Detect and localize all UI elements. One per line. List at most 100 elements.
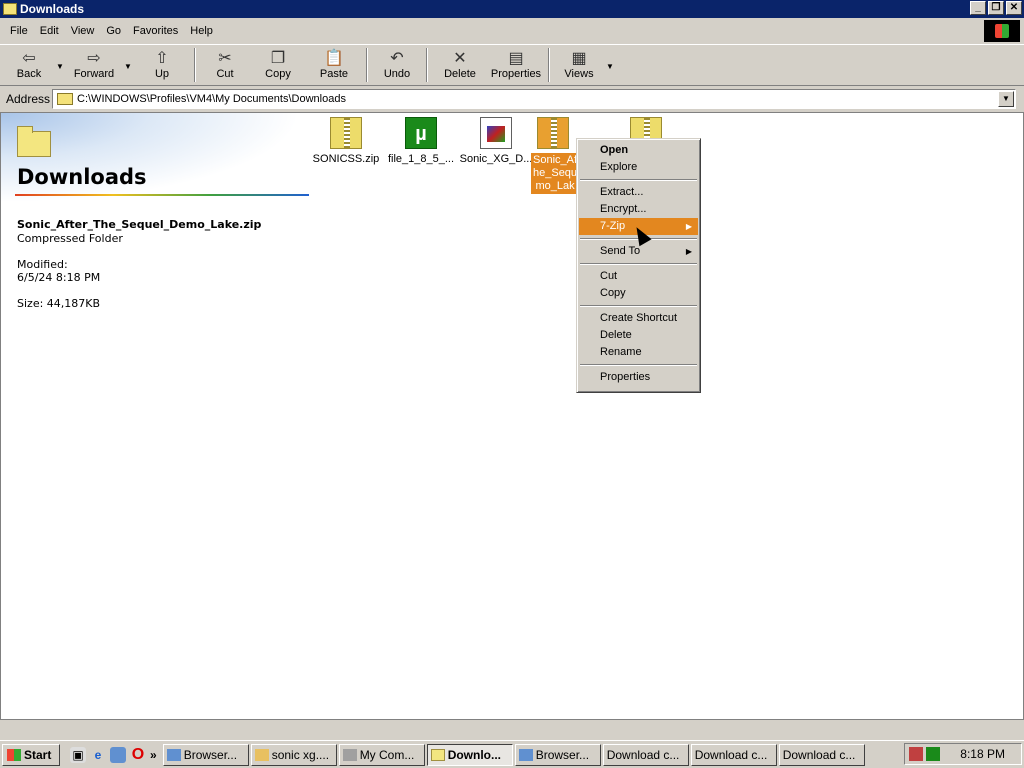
folder-icon [57, 93, 73, 105]
file-item[interactable]: µ file_1_8_5_... [381, 117, 461, 165]
toolbar: ⇦ Back ▼ ⇨ Forward ▼ ⇧ Up ✂ Cut ❐ Copy 📋 Paste… [0, 44, 1024, 86]
close-button[interactable]: ✕ [1006, 1, 1022, 15]
menu-edit[interactable]: Edit [34, 25, 65, 37]
taskbar-button[interactable]: Download c... [690, 743, 777, 766]
taskbar: Start ▣ e O » Browser... sonic xg.... My… [0, 740, 1024, 768]
taskbar-button-label: Download c... [606, 747, 680, 762]
window-title: Downloads [20, 2, 85, 16]
minimize-button[interactable]: _ [970, 1, 986, 15]
taskbar-button[interactable]: My Com... [338, 743, 425, 766]
menu-open[interactable]: Open [579, 142, 698, 159]
taskbar-button-label: Browser... [183, 747, 238, 762]
forward-button[interactable]: ⇨ Forward [66, 45, 122, 85]
back-dropdown-icon[interactable]: ▼ [54, 62, 66, 71]
paste-button[interactable]: 📋 Paste [306, 45, 362, 85]
address-input[interactable]: C:\WINDOWS\Profiles\VM4\My Documents\Dow… [52, 89, 1016, 109]
delete-x-icon: ✕ [453, 50, 467, 67]
folder-icon [3, 3, 17, 15]
taskbar-button-label: Download c... [782, 747, 856, 762]
menu-encrypt[interactable]: Encrypt... [579, 201, 698, 218]
quick-launch: ▣ e O » [70, 746, 157, 763]
menu-explore[interactable]: Explore [579, 159, 698, 176]
restore-button[interactable]: ❐ [988, 1, 1004, 15]
document-icon [254, 748, 269, 761]
menu-delete[interactable]: Delete [579, 327, 698, 344]
forward-label: Forward [73, 68, 115, 80]
clock[interactable]: 8:18 PM [960, 747, 1005, 761]
large-folder-icon [17, 126, 51, 157]
taskbar-button[interactable]: Browser... [514, 743, 601, 766]
cut-button[interactable]: ✂ Cut [200, 45, 250, 85]
web-view-panel: Downloads Sonic_After_The_Sequel_Demo_La… [1, 113, 311, 719]
menu-separator [580, 179, 697, 181]
up-label: Up [154, 68, 170, 80]
context-menu: Open Explore Extract... Encrypt... 7-Zip… [576, 138, 701, 393]
start-label: Start [24, 747, 52, 762]
menu-properties[interactable]: Properties [579, 369, 698, 386]
menu-create-shortcut[interactable]: Create Shortcut [579, 310, 698, 327]
undo-label: Undo [383, 68, 411, 80]
selected-file-type: Compressed Folder [17, 232, 123, 245]
menu-view[interactable]: View [65, 25, 101, 37]
undo-button[interactable]: ↶ Undo [372, 45, 422, 85]
selected-file-name: Sonic_After_The_Sequel_Demo_Lake.zip [17, 218, 262, 231]
file-name-line: mo_Lak [535, 180, 575, 192]
taskbar-button[interactable]: Download c... [602, 743, 689, 766]
channels-icon[interactable] [110, 746, 126, 763]
taskbar-button[interactable]: Download c... [778, 743, 865, 766]
views-dropdown-icon[interactable]: ▼ [604, 62, 616, 71]
windows-logo-icon [984, 20, 1020, 42]
taskbar-button[interactable]: sonic xg.... [250, 743, 337, 766]
opera-icon[interactable]: O [130, 746, 146, 763]
modified-label: Modified: [17, 258, 68, 271]
tray-network-icon[interactable] [909, 747, 923, 761]
address-dropdown-icon[interactable]: ▼ [998, 91, 1014, 107]
tray-utorrent-icon[interactable] [926, 747, 940, 761]
document-icon [480, 117, 512, 149]
menu-extract[interactable]: Extract... [579, 184, 698, 201]
menu-separator [580, 305, 697, 307]
back-button[interactable]: ⇦ Back [4, 45, 54, 85]
file-item[interactable]: SONICSS.zip [306, 117, 386, 165]
delete-button[interactable]: ✕ Delete [432, 45, 488, 85]
panel-background [1, 113, 301, 203]
modified-value: 6/5/24 8:18 PM [17, 271, 101, 284]
desktop-icon[interactable]: ▣ [70, 746, 86, 763]
properties-label: Properties [490, 68, 542, 80]
folder-icon [430, 748, 445, 761]
toolbar-separator [548, 48, 550, 82]
menu-favorites[interactable]: Favorites [127, 25, 184, 37]
internet-explorer-icon[interactable]: e [90, 747, 106, 763]
taskbar-button-label: Download c... [694, 747, 768, 762]
menu-send-to-label: Send To [600, 245, 641, 257]
menu-go[interactable]: Go [100, 25, 127, 37]
taskbar-button[interactable]: Browser... [162, 743, 249, 766]
file-item[interactable]: Sonic_XG_D... [456, 117, 536, 165]
menu-cut[interactable]: Cut [579, 268, 698, 285]
windows-logo-icon [7, 748, 21, 761]
panel-divider [15, 194, 309, 196]
title-bar: Downloads _ ❐ ✕ [0, 0, 1024, 18]
taskbar-button-active[interactable]: Downlo... [426, 743, 513, 766]
properties-button[interactable]: ▤ Properties [488, 45, 544, 85]
menu-rename[interactable]: Rename [579, 344, 698, 361]
scissors-icon: ✂ [218, 50, 232, 67]
menu-separator [580, 263, 697, 265]
up-button[interactable]: ⇧ Up [134, 45, 190, 85]
paste-label: Paste [319, 68, 349, 80]
menu-file[interactable]: File [4, 25, 34, 37]
back-arrow-icon: ⇦ [22, 50, 36, 67]
menu-copy[interactable]: Copy [579, 285, 698, 302]
folder-view[interactable]: Downloads Sonic_After_The_Sequel_Demo_La… [0, 112, 1024, 720]
copy-button[interactable]: ❐ Copy [250, 45, 306, 85]
more-chevron-icon[interactable]: » [150, 748, 157, 762]
forward-dropdown-icon[interactable]: ▼ [122, 62, 134, 71]
file-item-selected[interactable]: Sonic_Af he_Sequ mo_Lak [531, 117, 580, 194]
views-button[interactable]: ▦ Views [554, 45, 604, 85]
browser-icon [518, 748, 533, 761]
file-name: SONICSS.zip [312, 153, 380, 165]
views-grid-icon: ▦ [571, 50, 587, 67]
menu-help[interactable]: Help [184, 25, 219, 37]
start-button[interactable]: Start [2, 743, 60, 766]
taskbar-button-label: sonic xg.... [271, 747, 330, 762]
